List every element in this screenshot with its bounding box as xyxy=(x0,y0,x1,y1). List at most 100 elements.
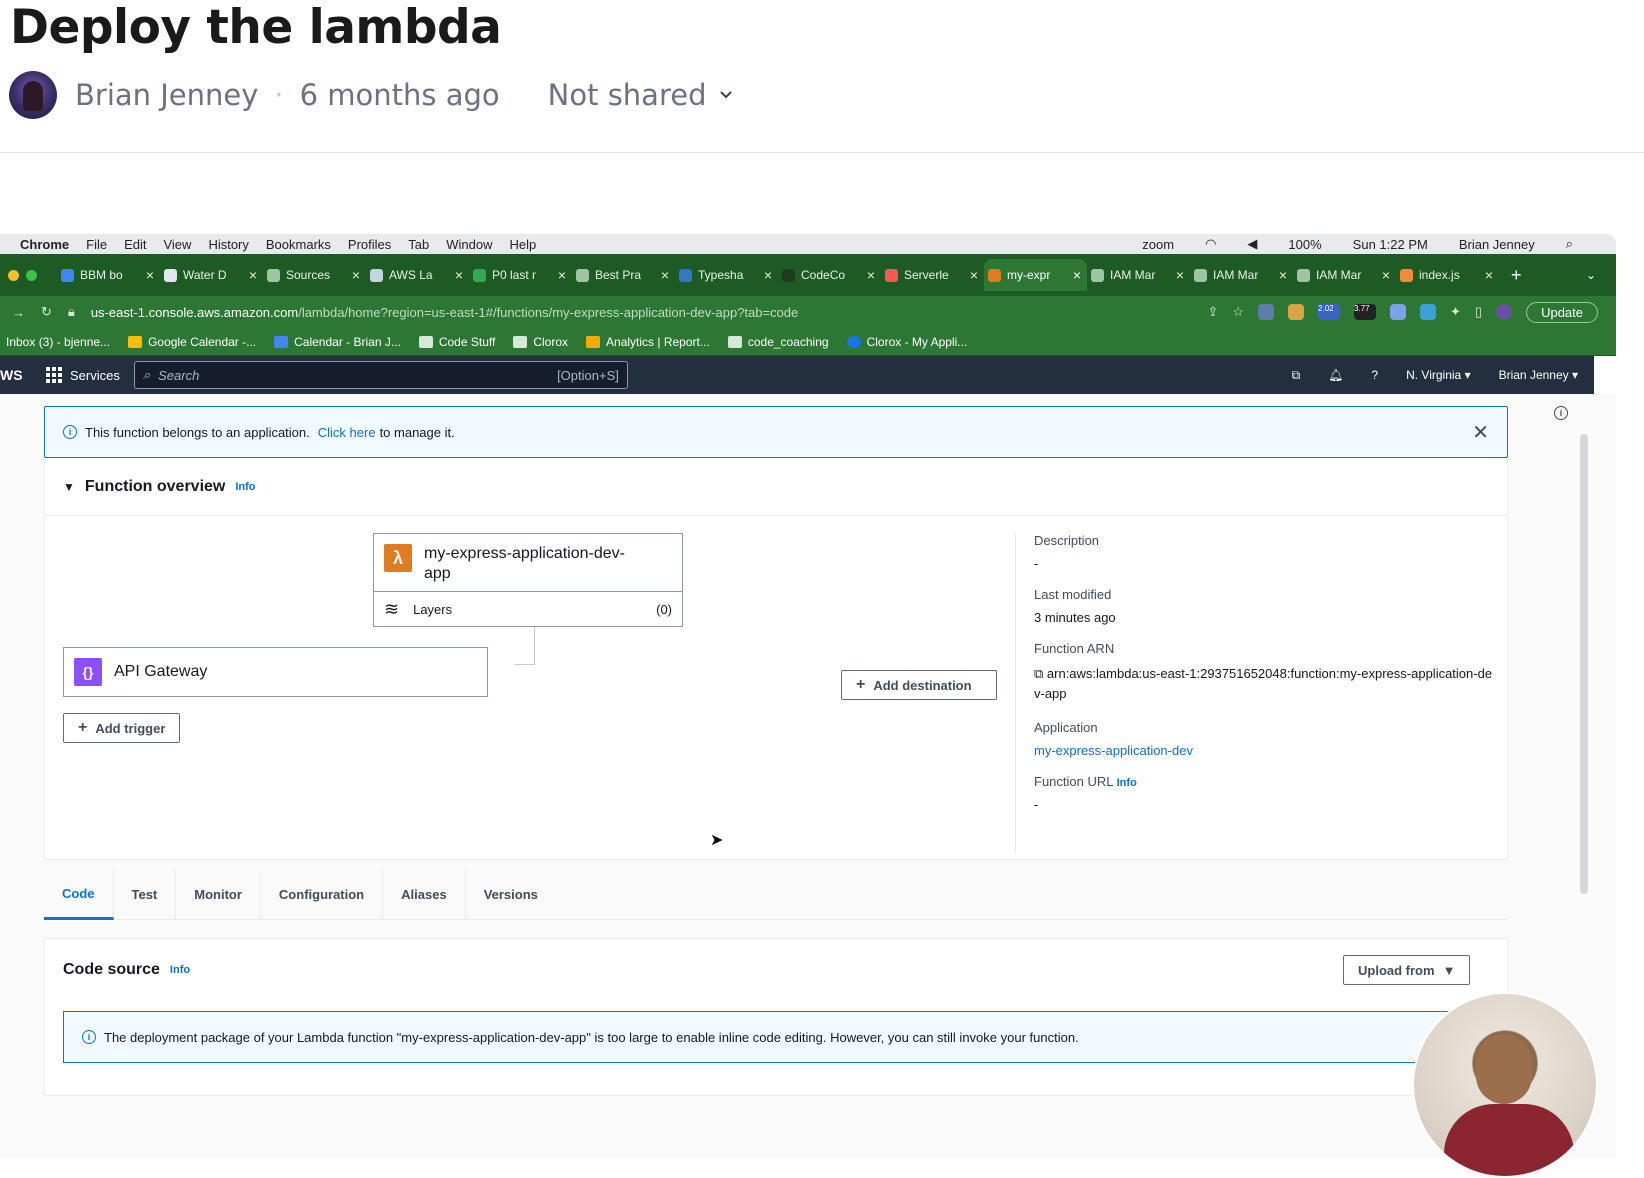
tab-close-icon[interactable]: × xyxy=(1073,267,1081,283)
bookmark-folder[interactable]: Clorox xyxy=(513,335,568,349)
browser-tab[interactable]: CodeCo × xyxy=(778,259,881,291)
info-panel-icon[interactable]: i xyxy=(1554,406,1568,420)
help-icon[interactable]: ? xyxy=(1371,368,1378,382)
new-tab-icon[interactable]: + xyxy=(1511,265,1522,286)
api-gateway-trigger[interactable]: {} API Gateway xyxy=(63,647,488,697)
bookmark-item[interactable]: Google Calendar -... xyxy=(128,335,256,349)
aws-search-input[interactable]: ⌕ Search [Option+S] xyxy=(133,361,628,389)
tab-close-icon[interactable]: × xyxy=(867,267,875,283)
tab-close-icon[interactable]: × xyxy=(455,267,463,283)
update-button[interactable]: Update xyxy=(1526,301,1598,323)
bookmark-folder[interactable]: code_coaching xyxy=(727,335,829,349)
browser-tab[interactable]: P0 last r × xyxy=(469,259,572,291)
menu-bookmarks[interactable]: Bookmarks xyxy=(266,237,331,252)
tab-close-icon[interactable]: × xyxy=(558,267,566,283)
browser-tab[interactable]: BBM bo × xyxy=(57,259,160,291)
extension-up-icon[interactable] xyxy=(1420,304,1437,320)
menu-view[interactable]: View xyxy=(163,237,191,252)
webcam-bubble[interactable] xyxy=(1412,992,1598,1178)
browser-tab[interactable]: IAM Mar × xyxy=(1190,259,1293,291)
clock[interactable]: Sun 1:22 PM xyxy=(1353,237,1428,252)
tab-close-icon[interactable]: × xyxy=(1485,267,1493,283)
video-player[interactable]: Chrome File Edit View History Bookmarks … xyxy=(0,234,1616,1158)
add-trigger-button[interactable]: + Add trigger xyxy=(63,713,181,743)
browser-tab[interactable]: my-expr × xyxy=(984,259,1087,291)
info-link[interactable]: Info xyxy=(235,481,255,493)
extension-window-icon[interactable] xyxy=(1390,304,1407,320)
services-menu[interactable]: Services xyxy=(46,367,120,383)
tab-close-icon[interactable]: × xyxy=(1279,267,1287,283)
author-name[interactable]: Brian Jenney xyxy=(75,78,258,112)
tab-versions[interactable]: Versions xyxy=(466,870,556,920)
minimize-button[interactable] xyxy=(8,269,19,281)
upload-from-button[interactable]: Upload from ▼ xyxy=(1343,955,1471,985)
tab-close-icon[interactable]: × xyxy=(146,267,154,283)
menu-user[interactable]: Brian Jenney xyxy=(1459,237,1535,252)
reload-icon[interactable]: ↻ xyxy=(41,304,52,320)
region-dropdown[interactable]: N. Virginia ▾ xyxy=(1406,368,1471,382)
bookmark-item[interactable]: Analytics | Report... xyxy=(586,335,710,349)
bookmark-item[interactable]: Inbox (3) - bjenne... xyxy=(6,335,110,349)
menu-window[interactable]: Window xyxy=(446,237,492,252)
tab-configuration[interactable]: Configuration xyxy=(261,869,384,920)
bell-icon[interactable]: 🔔︎ xyxy=(1328,368,1343,382)
menu-help[interactable]: Help xyxy=(510,237,537,252)
menu-edit[interactable]: Edit xyxy=(124,237,146,252)
layers-row[interactable]: ≋ Layers (0) xyxy=(374,592,682,626)
aws-logo[interactable]: WS xyxy=(0,367,23,383)
browser-tab[interactable]: IAM Mar × xyxy=(1087,259,1190,291)
puzzle-icon[interactable]: ✦ xyxy=(1450,304,1461,320)
battery-status[interactable]: 100% xyxy=(1288,237,1321,252)
volume-icon[interactable]: ◀ xyxy=(1247,236,1257,252)
browser-tab[interactable]: Typesha × xyxy=(675,259,778,291)
bookmark-star-icon[interactable]: ☆ xyxy=(1232,304,1244,320)
url-field[interactable]: us-east-1.console.aws.amazon.com/lambda/… xyxy=(91,305,798,320)
tab-close-icon[interactable]: × xyxy=(1382,267,1390,283)
close-icon[interactable]: ✕ xyxy=(1472,420,1489,445)
account-dropdown[interactable]: Brian Jenney ▾ xyxy=(1499,368,1578,382)
forward-icon[interactable]: → xyxy=(12,305,25,320)
info-link[interactable]: Info xyxy=(1117,777,1137,789)
info-link[interactable]: Info xyxy=(170,964,190,976)
tab-close-icon[interactable]: × xyxy=(352,267,360,283)
extension-react-icon[interactable] xyxy=(1258,304,1275,320)
bookmark-item[interactable]: Calendar - Brian J... xyxy=(274,335,401,349)
function-overview-header[interactable]: ▼ Function overview Info xyxy=(45,458,1507,516)
function-node[interactable]: λ my-express-application-dev-app ≋ Layer… xyxy=(373,533,683,627)
share-icon[interactable]: ⇪ xyxy=(1207,304,1218,320)
add-destination-button[interactable]: + Add destination xyxy=(841,670,997,700)
bookmark-item[interactable]: Clorox - My Appli... xyxy=(846,335,967,349)
extension-badge-icon[interactable]: 2.02 xyxy=(1318,304,1341,320)
tab-close-icon[interactable]: × xyxy=(764,267,772,283)
browser-tab[interactable]: Sources × xyxy=(263,259,366,291)
browser-tab[interactable]: index.js × xyxy=(1396,259,1499,291)
bookmark-folder[interactable]: Code Stuff xyxy=(418,335,495,349)
application-link[interactable]: my-express-application-dev xyxy=(1034,743,1193,758)
menu-history[interactable]: History xyxy=(208,237,248,252)
tab-code[interactable]: Code xyxy=(44,869,114,920)
menu-tab[interactable]: Tab xyxy=(408,237,429,252)
browser-tab[interactable]: Serverle × xyxy=(881,259,984,291)
tab-close-icon[interactable]: × xyxy=(661,267,669,283)
tab-close-icon[interactable]: × xyxy=(1176,267,1184,283)
tab-search-chevron-icon[interactable]: ⌄ xyxy=(1586,268,1596,282)
maximize-button[interactable] xyxy=(26,269,37,281)
zoom-status[interactable]: zoom xyxy=(1142,237,1174,252)
menu-profiles[interactable]: Profiles xyxy=(348,237,391,252)
tab-test[interactable]: Test xyxy=(114,869,177,920)
sidebar-icon[interactable]: ▯ xyxy=(1475,304,1482,320)
browser-tab[interactable]: Water D × xyxy=(160,259,263,291)
tab-monitor[interactable]: Monitor xyxy=(176,869,261,920)
extension-cookie-icon[interactable] xyxy=(1288,304,1305,320)
cloudshell-icon[interactable]: ⧉ xyxy=(1292,368,1301,383)
browser-tab[interactable]: Best Pra × xyxy=(572,259,675,291)
tab-close-icon[interactable]: × xyxy=(970,267,978,283)
browser-tab[interactable]: IAM Mar × xyxy=(1293,259,1396,291)
menu-chrome[interactable]: Chrome xyxy=(20,237,69,252)
wifi-icon[interactable]: ◠ xyxy=(1205,236,1216,252)
scrollbar[interactable] xyxy=(1580,434,1588,894)
manage-app-link[interactable]: Click here xyxy=(318,425,376,440)
menu-file[interactable]: File xyxy=(86,237,107,252)
tab-aliases[interactable]: Aliases xyxy=(383,869,466,920)
spotlight-icon[interactable]: ⌕ xyxy=(1566,236,1573,252)
